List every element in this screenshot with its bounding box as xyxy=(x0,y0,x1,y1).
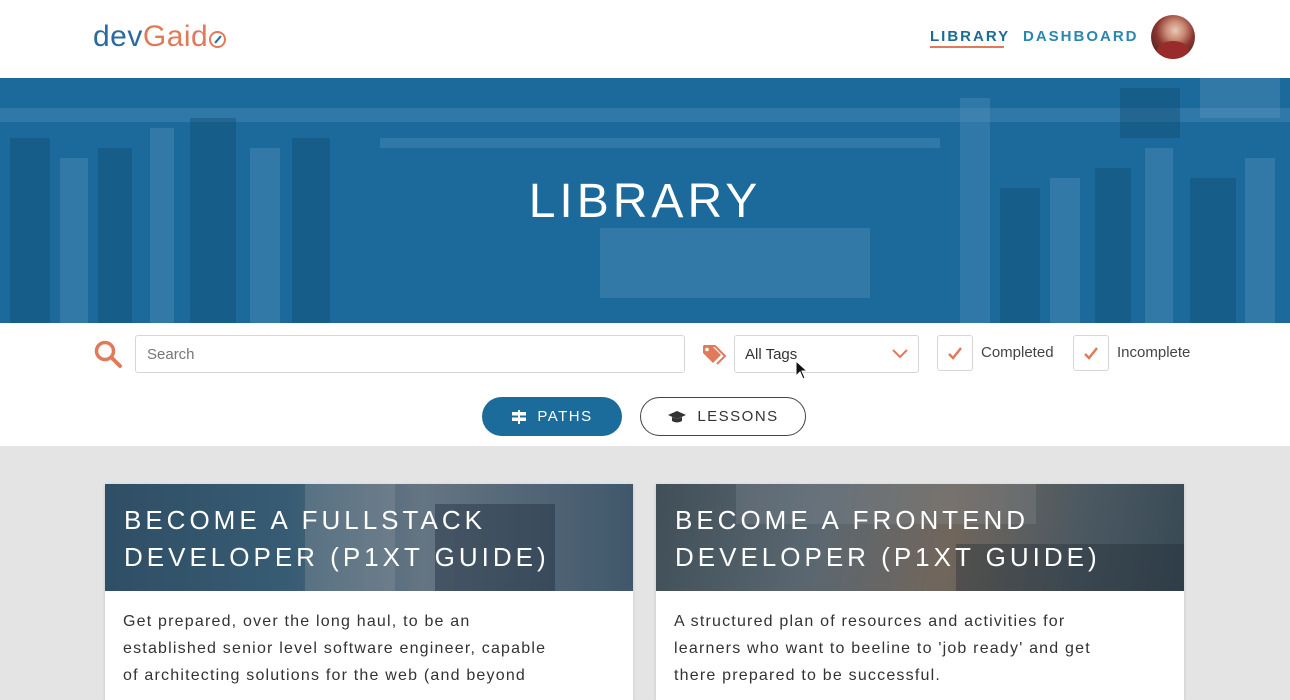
completed-label: Completed xyxy=(981,344,1054,361)
completed-checkbox[interactable] xyxy=(937,335,973,371)
paths-toggle-button[interactable]: PATHS xyxy=(482,397,622,436)
tags-icon xyxy=(703,345,726,365)
search-icon[interactable] xyxy=(93,339,123,369)
nav-dashboard-link[interactable]: DASHBOARD xyxy=(1023,28,1139,45)
tags-selected-value: All Tags xyxy=(745,345,798,363)
incomplete-label: Incomplete xyxy=(1117,344,1191,361)
top-header: dev Gaid LIBRARY DASHBOARD xyxy=(0,0,1290,78)
user-avatar[interactable] xyxy=(1151,15,1195,59)
path-card-frontend[interactable]: BECOME A FRONTEND DEVELOPER (P1XT GUIDE)… xyxy=(656,484,1184,700)
page-title: LIBRARY xyxy=(528,175,762,228)
page: dev Gaid LIBRARY DASHBOARD LIBRARY Searc… xyxy=(0,0,1290,700)
graduation-cap-icon xyxy=(668,410,687,422)
signpost-icon xyxy=(512,409,527,424)
nav-active-underline xyxy=(930,46,1004,48)
tags-dropdown[interactable]: All Tags xyxy=(734,335,919,373)
logo-text-dev: dev xyxy=(93,20,143,53)
hero-banner: LIBRARY xyxy=(0,78,1290,323)
logo-text-gaido: Gaid xyxy=(142,20,209,53)
card-title: BECOME A FRONTEND DEVELOPER (P1XT GUIDE) xyxy=(675,505,1101,572)
compass-icon xyxy=(209,30,227,48)
card-header-image: BECOME A FRONTEND DEVELOPER (P1XT GUIDE) xyxy=(656,484,1184,591)
card-header-image: BECOME A FULLSTACK DEVELOPER (P1XT GUIDE… xyxy=(105,484,633,591)
incomplete-checkbox[interactable] xyxy=(1073,335,1109,371)
checkmark-icon xyxy=(948,347,962,360)
mouse-cursor-icon xyxy=(795,360,809,380)
paths-toggle-label: PATHS xyxy=(537,408,593,425)
card-description: Get prepared, over the long haul, to be … xyxy=(123,613,547,684)
card-title: BECOME A FULLSTACK DEVELOPER (P1XT GUIDE… xyxy=(124,505,550,572)
search-input[interactable] xyxy=(135,335,685,373)
lessons-toggle-button[interactable]: LESSONS xyxy=(640,397,806,436)
path-card-fullstack[interactable]: BECOME A FULLSTACK DEVELOPER (P1XT GUIDE… xyxy=(105,484,633,700)
card-description: A structured plan of resources and activ… xyxy=(674,613,1091,684)
checkmark-icon xyxy=(1084,347,1098,360)
lessons-toggle-label: LESSONS xyxy=(697,408,779,425)
devgaido-logo[interactable]: dev Gaid xyxy=(93,20,227,54)
nav-library-link[interactable]: LIBRARY xyxy=(930,28,1010,45)
chevron-down-icon xyxy=(892,349,908,359)
